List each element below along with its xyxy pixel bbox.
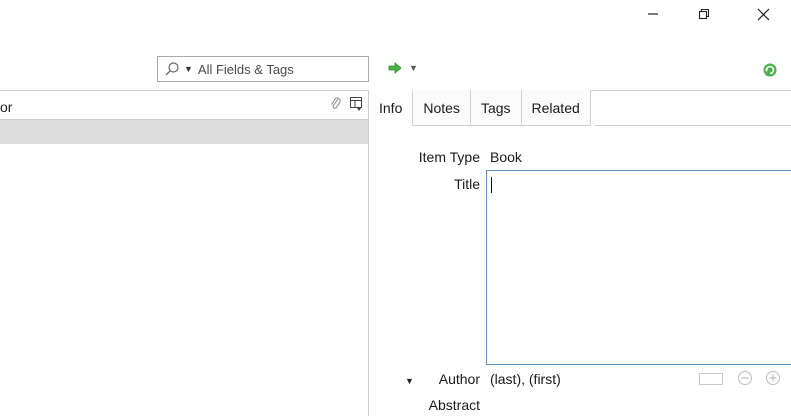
tab-strip-divider [595,125,791,126]
minimize-button[interactable] [630,0,676,28]
table-row[interactable] [0,120,368,144]
author-label[interactable]: Author [390,371,480,387]
paperclip-icon [331,97,341,109]
search-icon [165,62,179,76]
item-tabs: Info Notes Tags Related [369,90,591,126]
restore-button[interactable] [681,0,727,28]
search-mode-label: All Fields & Tags [197,61,294,77]
author-value[interactable]: (last), (first) [490,371,561,387]
search-input[interactable]: ▼ All Fields & Tags [157,56,369,82]
attachment-column-header[interactable] [329,96,343,115]
minimize-icon [648,13,658,15]
minus-circle-icon [738,371,752,385]
tab-info[interactable]: Info [369,90,414,126]
column-header-creator[interactable]: or [0,99,12,115]
search-mode-dropdown-icon[interactable]: ▼ [184,64,193,74]
pane-splitter[interactable] [368,90,369,416]
locate-button[interactable]: ▼ [388,62,418,74]
tab-notes[interactable]: Notes [413,90,471,126]
column-picker-icon [350,97,362,111]
add-creator-button[interactable] [765,370,781,389]
close-icon [757,8,769,20]
sync-button[interactable] [762,62,778,81]
text-cursor [491,177,492,193]
restore-icon [698,8,710,20]
plus-circle-icon [766,371,780,385]
locate-dropdown-icon[interactable]: ▼ [409,63,418,73]
item-type-label: Item Type [418,149,480,165]
abstract-label[interactable]: Abstract [390,397,480,413]
tab-related[interactable]: Related [521,90,591,126]
remove-creator-button[interactable] [737,370,753,389]
title-label: Title [454,176,480,192]
locate-arrow-icon [388,62,402,74]
tab-tags[interactable]: Tags [470,90,522,126]
creator-mode-switch[interactable] [699,373,723,385]
item-type-value[interactable]: Book [490,149,522,165]
sync-icon [763,63,777,77]
column-picker-button[interactable] [349,96,363,115]
close-button[interactable] [740,0,786,28]
title-field[interactable] [486,170,791,365]
